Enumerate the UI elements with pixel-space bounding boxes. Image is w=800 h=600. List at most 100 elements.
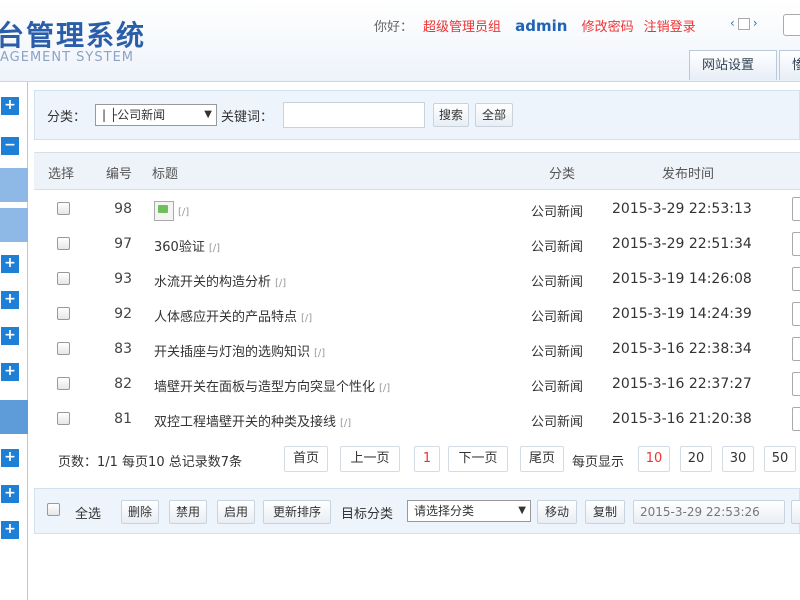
enable-button[interactable]: 启用 [217, 500, 255, 524]
row-title[interactable]: 双控工程墙壁开关的种类及接线 [/] [154, 411, 351, 430]
expand-plus-icon[interactable]: + [0, 96, 20, 116]
row-time: 2015-3-29 22:53:13 [612, 201, 752, 217]
row-time: 2015-3-16 21:20:38 [612, 411, 752, 427]
row-checkbox[interactable] [57, 202, 70, 215]
move-button[interactable]: 移动 [537, 500, 577, 524]
target-category-label: 目标分类 [341, 507, 394, 522]
actions-extra-button[interactable] [791, 500, 800, 524]
edit-icon[interactable]: [/] [314, 348, 325, 359]
window-toggle-icon[interactable] [737, 17, 750, 30]
row-category: 公司新闻 [531, 275, 584, 290]
update-sort-button[interactable]: 更新排序 [263, 500, 331, 524]
table-row: 98 [/] 公司新闻 2015-3-29 22:53:13 [34, 192, 800, 227]
row-checkbox[interactable] [57, 377, 70, 390]
edit-icon[interactable]: [/] [209, 243, 220, 254]
table-row: 81 双控工程墙壁开关的种类及接线 [/] 公司新闻 2015-3-16 21:2… [34, 402, 800, 437]
user-bar: 你好： 超级管理员组 admin 修改密码 注销登录 [374, 16, 706, 35]
sidebar-menu-item[interactable] [0, 208, 28, 242]
row-sort-input[interactable] [792, 372, 800, 396]
table-row: 93 水流开关的构造分析 [/] 公司新闻 2015-3-19 14:26:08 [34, 262, 800, 297]
row-checkbox[interactable] [57, 307, 70, 320]
show-all-button[interactable]: 全部 [475, 103, 513, 127]
chevron-left-icon[interactable]: ‹ [730, 16, 735, 30]
category-select-value: | ├公司新闻 [102, 108, 166, 122]
row-title-text: 360验证 [154, 240, 205, 255]
row-sort-input[interactable] [792, 407, 800, 431]
expand-plus-icon[interactable]: + [0, 326, 20, 346]
per-page-option[interactable]: 50 [764, 446, 796, 472]
select-all-label[interactable]: 全选 [75, 503, 101, 522]
expand-plus-icon[interactable]: + [0, 254, 20, 274]
row-checkbox[interactable] [57, 272, 70, 285]
search-button[interactable]: 搜索 [433, 103, 469, 127]
edit-icon[interactable]: [/] [379, 383, 390, 394]
logout-link[interactable]: 注销登录 [644, 20, 696, 35]
row-time: 2015-3-19 14:26:08 [612, 271, 752, 287]
row-time: 2015-3-16 22:37:27 [612, 376, 752, 392]
sidebar-menu-item[interactable] [0, 168, 28, 202]
expand-plus-icon[interactable]: + [0, 520, 20, 540]
row-checkbox[interactable] [57, 342, 70, 355]
change-password-link[interactable]: 修改密码 [582, 20, 634, 35]
row-sort-input[interactable] [792, 267, 800, 291]
row-title[interactable]: 水流开关的构造分析 [/] [154, 271, 286, 290]
row-title[interactable]: 人体感应开关的产品特点 [/] [154, 306, 312, 325]
expand-plus-icon[interactable]: + [0, 484, 20, 504]
keyword-label: 关键词： [221, 110, 274, 125]
logo-title: 台管理系统 [0, 19, 147, 52]
chevron-right-icon[interactable]: › [753, 16, 758, 30]
first-page-button[interactable]: 首页 [284, 446, 328, 472]
expand-plus-icon[interactable]: + [0, 362, 20, 382]
row-sort-input[interactable] [792, 197, 800, 221]
collapse-minus-icon[interactable]: − [0, 136, 20, 156]
disable-button[interactable]: 禁用 [169, 500, 207, 524]
target-category-value: 请选择分类 [414, 504, 475, 518]
row-title[interactable]: [/] [154, 201, 189, 221]
last-page-button[interactable]: 尾页 [520, 446, 564, 472]
select-all-checkbox[interactable] [47, 503, 60, 516]
category-select[interactable]: | ├公司新闻 ▼ [95, 104, 217, 126]
expand-plus-icon[interactable]: + [0, 290, 20, 310]
per-page-option[interactable]: 30 [722, 446, 754, 472]
row-checkbox[interactable] [57, 412, 70, 425]
keyword-input[interactable] [283, 102, 425, 128]
edit-icon[interactable]: [/] [178, 207, 189, 218]
row-category: 公司新闻 [531, 310, 584, 325]
row-id: 92 [114, 306, 132, 322]
col-time-header: 发布时间 [662, 167, 715, 182]
current-page[interactable]: 1 [414, 446, 440, 472]
per-page-option[interactable]: 20 [680, 446, 712, 472]
row-title-text: 人体感应开关的产品特点 [154, 310, 298, 325]
datetime-input[interactable]: 2015-3-29 22:53:26 [633, 500, 785, 524]
table-row: 82 墙壁开关在面板与造型方向突显个性化 [/] 公司新闻 2015-3-16 2… [34, 367, 800, 402]
row-sort-input[interactable] [792, 337, 800, 361]
row-sort-input[interactable] [792, 302, 800, 326]
sidebar-menu-item-active[interactable] [0, 400, 28, 434]
edit-icon[interactable]: [/] [301, 313, 312, 324]
expand-plus-icon[interactable]: + [0, 448, 20, 468]
edit-icon[interactable]: [/] [275, 278, 286, 289]
table-row: 83 开关插座与灯泡的选购知识 [/] 公司新闻 2015-3-16 22:38:… [34, 332, 800, 367]
edit-icon[interactable]: [/] [340, 418, 351, 429]
article-table: 选择 编号 标题 分类 发布时间 98 [/] 公司新闻 2015-3-29 2… [34, 152, 800, 434]
per-page-option[interactable]: 10 [638, 446, 670, 472]
next-page-button[interactable]: 下一页 [448, 446, 508, 472]
row-title[interactable]: 开关插座与灯泡的选购知识 [/] [154, 341, 325, 360]
row-category: 公司新闻 [531, 415, 584, 430]
per-page-label: 每页显示 [572, 455, 625, 470]
target-category-select[interactable]: 请选择分类 ▼ [407, 500, 531, 522]
tab-more[interactable]: 惨 [779, 50, 800, 80]
row-id: 98 [114, 201, 132, 217]
row-title[interactable]: 360验证 [/] [154, 236, 220, 255]
table-row: 92 人体感应开关的产品特点 [/] 公司新闻 2015-3-19 14:24:3… [34, 297, 800, 332]
delete-button[interactable]: 删除 [121, 500, 159, 524]
row-sort-input[interactable] [792, 232, 800, 256]
tab-site-settings[interactable]: 网站设置 [689, 50, 777, 80]
prev-page-button[interactable]: 上一页 [340, 446, 400, 472]
row-title-text: 双控工程墙壁开关的种类及接线 [154, 415, 337, 430]
category-label: 分类： [47, 110, 87, 125]
copy-button[interactable]: 复制 [585, 500, 625, 524]
row-title[interactable]: 墙壁开关在面板与造型方向突显个性化 [/] [154, 376, 390, 395]
header-extra-button[interactable] [783, 14, 800, 36]
row-checkbox[interactable] [57, 237, 70, 250]
